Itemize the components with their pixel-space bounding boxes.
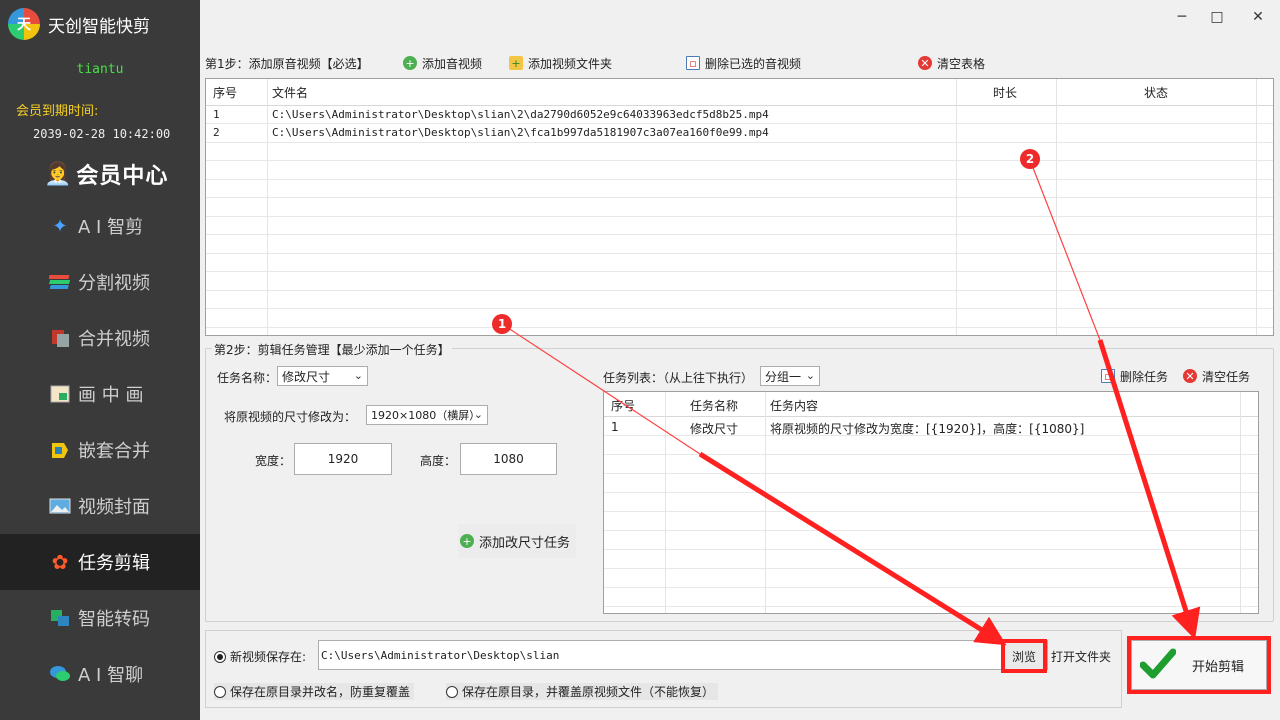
arrow-1	[698, 451, 1007, 646]
arrow-1-thin	[501, 323, 701, 455]
step-badge-1: 1	[492, 314, 512, 334]
arrow-2-thin	[1029, 159, 1101, 341]
step-badge-2: 2	[1020, 149, 1040, 169]
annotation-arrows	[501, 159, 1201, 646]
arrow-2	[1097, 339, 1201, 640]
